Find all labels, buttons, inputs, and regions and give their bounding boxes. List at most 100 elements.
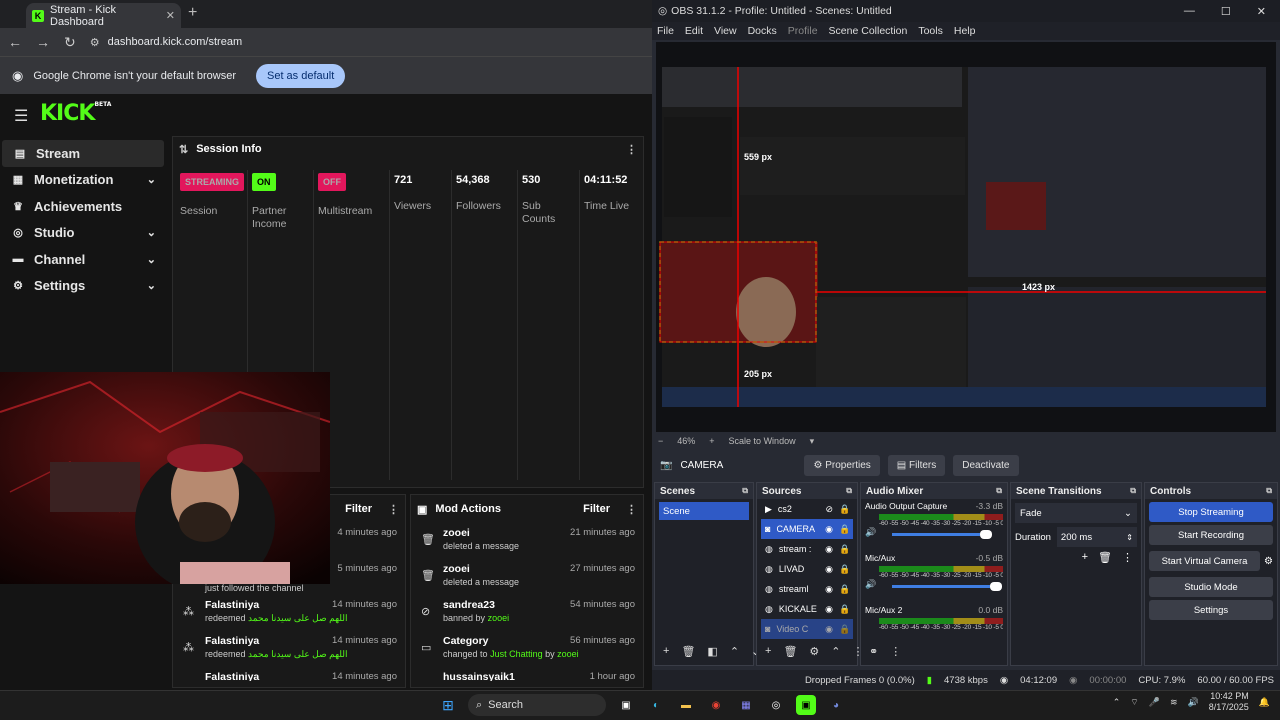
menu-tools[interactable]: Tools	[918, 25, 943, 37]
discord-icon[interactable]: ◕	[826, 695, 846, 715]
network-icon[interactable]: ⌔	[1130, 697, 1138, 708]
deactivate-button[interactable]: Deactivate	[953, 454, 1019, 476]
source-item[interactable]: ◍ LIVAD ◉ 🔒	[761, 559, 853, 579]
obs-preview[interactable]: 559 px 1423 px 205 px	[656, 42, 1276, 432]
menu-file[interactable]: File	[657, 25, 674, 37]
lock-icon[interactable]: 🔒	[839, 564, 850, 575]
volume-slider[interactable]	[892, 529, 993, 539]
set-default-button[interactable]: Set as default	[255, 63, 346, 88]
filter-button[interactable]: Filter	[345, 503, 372, 515]
kick-logo[interactable]: KICKBETA	[40, 101, 111, 126]
up-icon[interactable]: ⌃	[730, 645, 739, 658]
filters-button[interactable]: ▤ Filters	[887, 454, 946, 476]
filter-icon[interactable]: ◧	[707, 645, 717, 658]
eye-icon[interactable]: ◉	[825, 544, 833, 555]
stop-streaming-button[interactable]: Stop Streaming	[1149, 502, 1273, 522]
eye-icon[interactable]: ◉	[825, 584, 833, 595]
chrome-tab[interactable]: K Stream - Kick Dashboard ✕	[26, 3, 181, 28]
site-info-icon[interactable]: ⚙	[90, 36, 100, 49]
hidden-icon[interactable]: ⊘	[825, 504, 833, 515]
volume-icon[interactable]: 🔊	[1188, 697, 1199, 708]
mic-icon[interactable]: 🎤	[1149, 697, 1160, 708]
lock-icon[interactable]: 🔒	[839, 544, 850, 555]
close-icon[interactable]: ✕	[1257, 5, 1266, 18]
file-explorer-icon[interactable]: ▬	[676, 695, 696, 715]
lock-icon[interactable]: 🔒	[839, 584, 850, 595]
filter-button[interactable]: Filter	[583, 503, 610, 515]
undock-icon[interactable]: ⧉	[1130, 486, 1136, 496]
obs-icon[interactable]: ◎	[766, 695, 786, 715]
zoom-out-icon[interactable]: −	[658, 436, 663, 446]
minimize-icon[interactable]: —	[1184, 5, 1195, 18]
undock-icon[interactable]: ⧉	[1266, 486, 1272, 496]
lock-icon[interactable]: 🔒	[839, 504, 850, 515]
speaker-icon[interactable]: 🔊	[865, 579, 876, 590]
source-item[interactable]: ◍ KICKALE ◉ 🔒	[761, 599, 853, 619]
up-icon[interactable]: ⌃	[831, 645, 840, 658]
more-icon[interactable]: ⋮	[626, 503, 637, 516]
source-item[interactable]: ◙ CAMERA ◉ 🔒	[761, 519, 853, 539]
trash-icon[interactable]: 🗑	[783, 645, 797, 658]
source-item[interactable]: ◍ streaml ◉ 🔒	[761, 579, 853, 599]
add-icon[interactable]: +	[765, 645, 771, 657]
start-recording-button[interactable]: Start Recording	[1149, 525, 1273, 545]
chrome-icon[interactable]: ◉	[706, 695, 726, 715]
zoom-in-icon[interactable]: +	[709, 436, 714, 446]
link-icon[interactable]: ⚭	[869, 645, 878, 658]
back-icon[interactable]: ←	[8, 34, 22, 50]
chevron-down-icon[interactable]: ▾	[810, 436, 815, 447]
undock-icon[interactable]: ⧉	[742, 486, 748, 496]
speaker-icon[interactable]: 🔊	[865, 527, 876, 538]
eye-icon[interactable]: ◉	[825, 564, 833, 575]
trash-icon[interactable]: 🗑	[681, 645, 695, 658]
settings-button[interactable]: Settings	[1149, 600, 1273, 620]
sidebar-item-studio[interactable]: ◎ Studio ⌄	[0, 220, 170, 247]
undock-icon[interactable]: ⧉	[846, 486, 852, 496]
new-tab-icon[interactable]: +	[188, 4, 197, 22]
undock-icon[interactable]: ⧉	[996, 486, 1002, 496]
scene-item[interactable]: Scene	[659, 502, 749, 520]
sidebar-item-achievements[interactable]: ♛ Achievements	[0, 193, 170, 220]
clock[interactable]: 10:42 PM 8/17/2025	[1209, 691, 1249, 713]
task-view-icon[interactable]: ▣	[616, 695, 636, 715]
menu-edit[interactable]: Edit	[685, 25, 703, 37]
more-icon[interactable]: ⋮	[1122, 551, 1133, 564]
sidebar-item-channel[interactable]: ▬ Channel ⌄	[0, 246, 170, 273]
app-icon[interactable]: ▣	[796, 695, 816, 715]
more-icon[interactable]: ⋮	[388, 503, 399, 516]
properties-button[interactable]: ⚙ Properties	[804, 454, 880, 476]
lock-icon[interactable]: 🔒	[839, 524, 850, 535]
sidebar-item-monetization[interactable]: ▦ Monetization ⌄	[0, 167, 170, 194]
address-bar[interactable]: dashboard.kick.com/stream	[108, 36, 243, 48]
studio-mode-button[interactable]: Studio Mode	[1149, 577, 1273, 597]
transition-select[interactable]: Fade ⌄	[1015, 503, 1137, 523]
reload-icon[interactable]: ↻	[64, 34, 76, 51]
chevron-up-icon[interactable]: ⌃	[1113, 697, 1121, 708]
start-virtual-camera-button[interactable]: Start Virtual Camera	[1149, 551, 1261, 571]
menu-icon[interactable]: ☰	[14, 106, 28, 126]
sidebar-item-settings[interactable]: ⚙ Settings ⌄	[0, 273, 170, 300]
wifi-icon[interactable]: ≋	[1170, 697, 1178, 708]
eye-icon[interactable]: ◉	[825, 604, 833, 615]
source-item[interactable]: ▶ cs2 ⊘ 🔒	[761, 499, 853, 519]
menu-scene-collection[interactable]: Scene Collection	[829, 25, 908, 37]
eye-icon[interactable]: ◉	[825, 524, 833, 535]
gear-icon[interactable]: ⚙	[1264, 556, 1273, 567]
gear-icon[interactable]: ⚙	[809, 645, 819, 658]
menu-help[interactable]: Help	[954, 25, 976, 37]
menu-docks[interactable]: Docks	[748, 25, 777, 37]
source-item[interactable]: ◙ Video C ◉ 🔒	[761, 619, 853, 639]
add-icon[interactable]: +	[1082, 551, 1088, 564]
more-icon[interactable]: ⋮	[626, 143, 637, 156]
forward-icon[interactable]: →	[36, 34, 50, 50]
windows-start-icon[interactable]: ⊞	[438, 695, 458, 715]
lock-icon[interactable]: 🔒	[839, 604, 850, 615]
duration-input[interactable]: 200 ms ⇕	[1056, 527, 1137, 547]
add-icon[interactable]: +	[663, 645, 669, 657]
more-icon[interactable]: ⋮	[890, 645, 901, 658]
eye-icon[interactable]: ◉	[825, 624, 833, 635]
taskbar-search[interactable]: ⌕ Search	[468, 694, 606, 716]
sidebar-item-stream[interactable]: ▤ Stream	[2, 140, 164, 167]
tab-close-icon[interactable]: ✕	[166, 9, 175, 22]
maximize-icon[interactable]: ☐	[1221, 5, 1231, 18]
